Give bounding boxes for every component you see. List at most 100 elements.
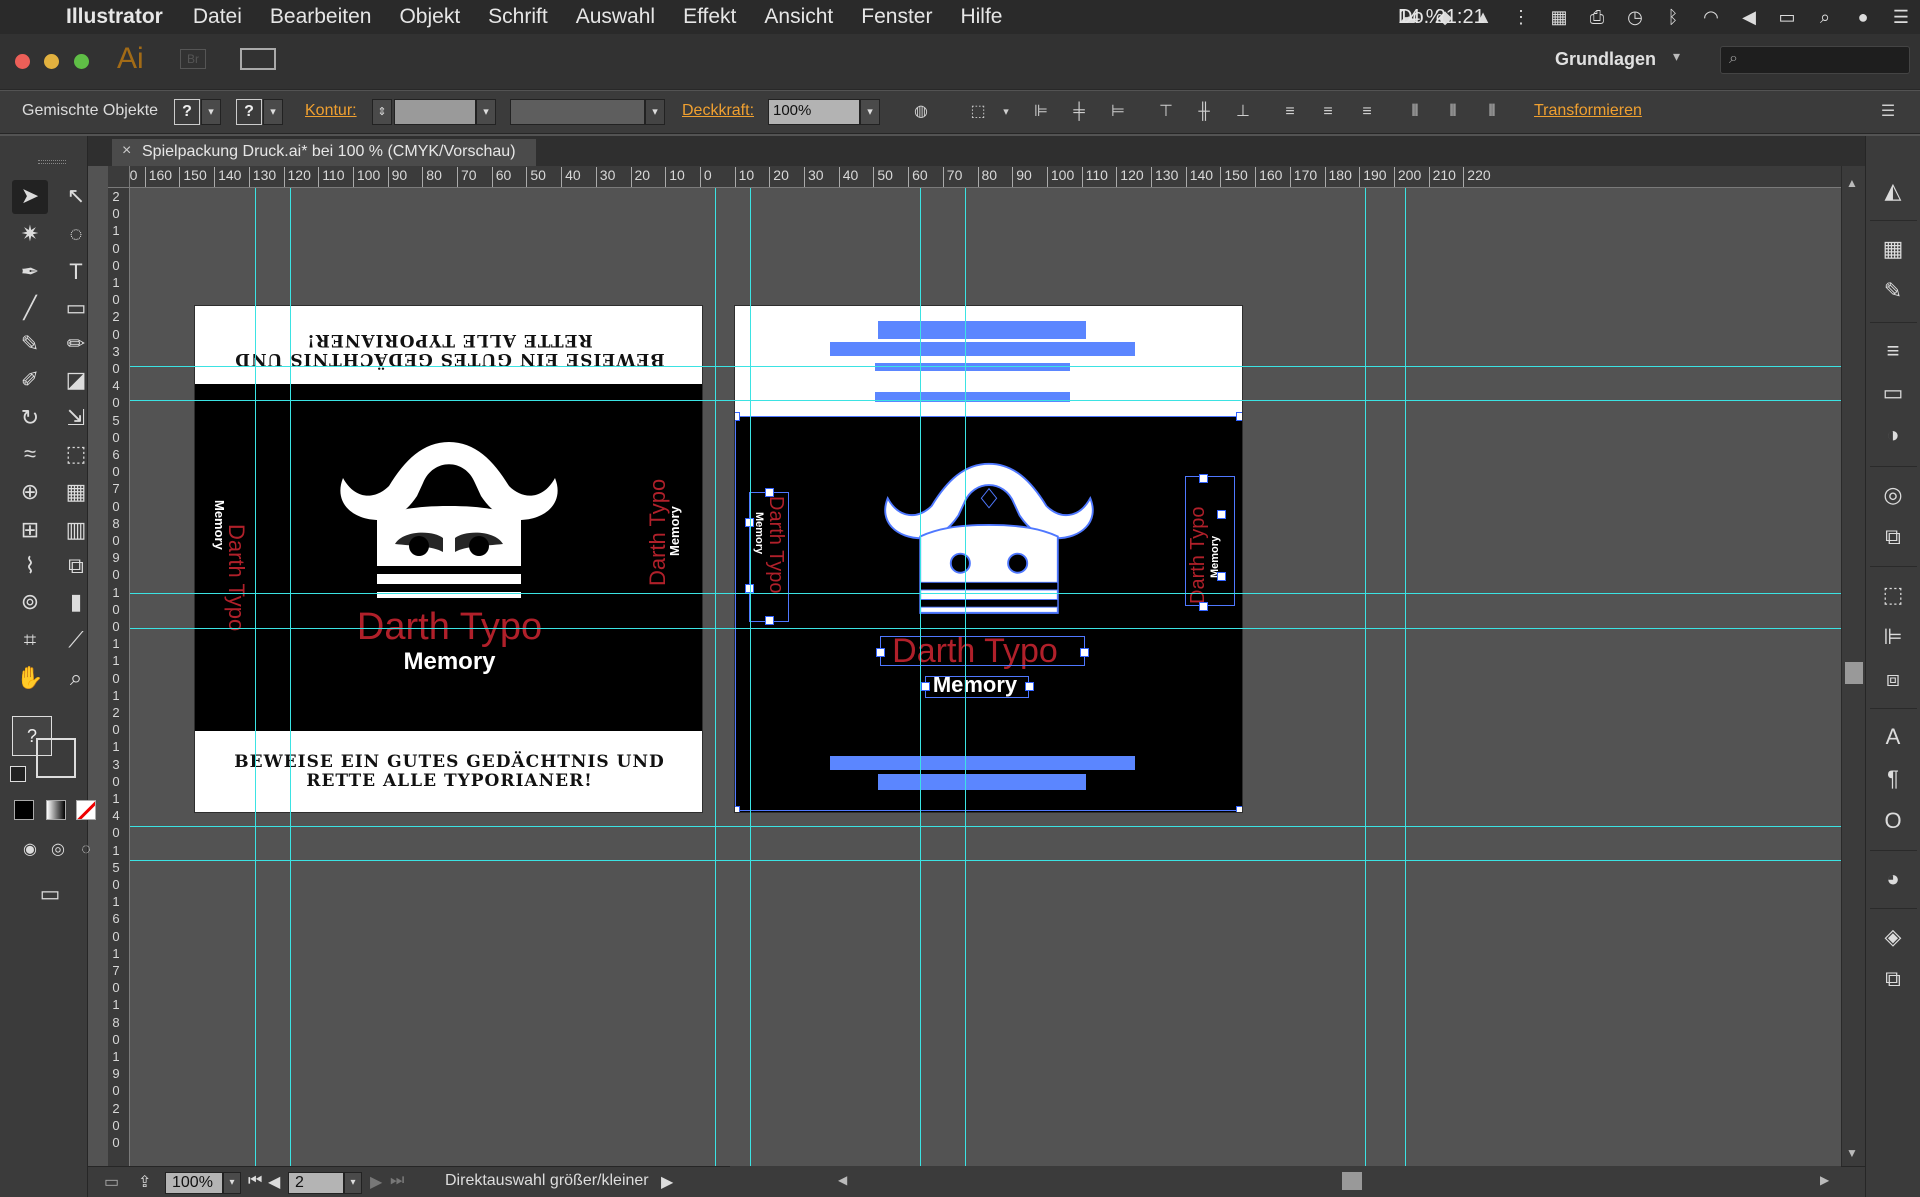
- stroke-weight-stepper[interactable]: ⇕: [372, 99, 392, 125]
- direct-selection-tool-icon[interactable]: ↖: [58, 180, 94, 214]
- distribute-left-icon[interactable]: ⫴: [1403, 101, 1427, 125]
- color-guide-icon[interactable]: ◭: [1878, 176, 1908, 206]
- wifi-icon[interactable]: ◠: [1692, 7, 1730, 28]
- horizontal-scroll-thumb[interactable]: [1342, 1172, 1362, 1190]
- stroke-dropdown[interactable]: ▾: [263, 99, 283, 125]
- deckkraft-link[interactable]: Deckkraft:: [682, 102, 754, 120]
- menu-objekt[interactable]: Objekt: [385, 5, 474, 29]
- pathfinder-icon[interactable]: ⧈: [1878, 664, 1908, 694]
- pencil-tool-icon[interactable]: ✏: [58, 328, 94, 362]
- dots-icon[interactable]: ⋮: [1502, 7, 1540, 28]
- zoom-window-button[interactable]: [74, 54, 89, 69]
- guide-vertical[interactable]: [715, 188, 716, 1166]
- width-tool-icon[interactable]: ≈: [12, 438, 48, 472]
- eyedropper-tool-icon[interactable]: ⌇: [12, 550, 48, 584]
- guide-vertical[interactable]: [1365, 188, 1366, 1166]
- type-tool-icon[interactable]: T: [58, 256, 94, 290]
- gpu-icon[interactable]: ▭: [104, 1172, 119, 1192]
- scroll-up-icon[interactable]: ▲: [1846, 176, 1858, 190]
- opacity-field[interactable]: 100%: [768, 99, 860, 125]
- color-mode-icon[interactable]: [14, 800, 34, 820]
- title-handle-left[interactable]: [876, 648, 885, 657]
- hand-tool-icon[interactable]: ✋: [12, 662, 48, 696]
- panel-handle-tr[interactable]: [1236, 412, 1242, 421]
- symbol-sprayer-tool-icon[interactable]: ⊚: [12, 586, 48, 620]
- horizontal-scrollbar[interactable]: ◀ ▶: [730, 1166, 1841, 1197]
- recolor-artwork-icon[interactable]: ◍: [909, 101, 933, 125]
- close-window-button[interactable]: [15, 54, 30, 69]
- selected-slogan-bottom-2[interactable]: [878, 774, 1086, 790]
- title-handle-right[interactable]: [1080, 648, 1089, 657]
- distribute-bottom-icon[interactable]: ≡: [1355, 101, 1379, 125]
- menu-fenster[interactable]: Fenster: [847, 5, 946, 29]
- stroke-color-swatch[interactable]: [36, 738, 76, 778]
- guide-horizontal[interactable]: [130, 628, 1841, 629]
- canvas[interactable]: BEWEISE EIN GUTES GEDÄCHTNIS UND RETTE A…: [130, 188, 1841, 1166]
- pen-tool-icon[interactable]: ✒: [12, 256, 48, 290]
- panel-handle-br[interactable]: [1236, 806, 1242, 812]
- blend-tool-icon[interactable]: ⧉: [58, 550, 94, 584]
- guide-vertical[interactable]: [750, 188, 751, 1166]
- blob-brush-tool-icon[interactable]: ✐: [12, 364, 48, 398]
- guide-horizontal[interactable]: [130, 366, 1841, 367]
- scroll-right-icon[interactable]: ▶: [1820, 1173, 1829, 1187]
- volume-icon[interactable]: ◀: [1730, 7, 1768, 28]
- fill-dropdown[interactable]: ▾: [201, 99, 221, 125]
- document-tab[interactable]: × Spielpackung Druck.ai* bei 100 % (CMYK…: [112, 139, 536, 166]
- vertical-ruler[interactable]: 2010010203040506070809010011012013014015…: [108, 188, 130, 1166]
- stroke-swatch[interactable]: ?: [236, 99, 262, 125]
- color-palette-icon[interactable]: ◕: [1878, 864, 1908, 894]
- control-bar-menu-icon[interactable]: ☰: [1876, 101, 1900, 125]
- align-to-dropdown[interactable]: ▾: [994, 101, 1018, 125]
- screen-mode-icon[interactable]: ▭: [32, 878, 68, 912]
- menu-app-name[interactable]: Illustrator: [60, 5, 179, 29]
- appearance-icon[interactable]: ◎: [1878, 480, 1908, 510]
- fill-swatch[interactable]: ?: [174, 99, 200, 125]
- zoom-dropdown[interactable]: ▾: [223, 1172, 241, 1194]
- gradient-tool-icon[interactable]: ▥: [58, 514, 94, 548]
- stroke-weight-field[interactable]: [394, 99, 476, 125]
- menu-datei[interactable]: Datei: [179, 5, 256, 29]
- close-tab-icon[interactable]: ×: [122, 142, 131, 160]
- column-graph-tool-icon[interactable]: ▮: [58, 586, 94, 620]
- eraser-tool-icon[interactable]: ◪: [58, 364, 94, 398]
- align-vertical-center-icon[interactable]: ╫: [1192, 101, 1216, 125]
- stroke-icon[interactable]: ≡: [1878, 336, 1908, 366]
- artboard-dropdown[interactable]: ▾: [344, 1172, 362, 1194]
- lasso-tool-icon[interactable]: ◌: [58, 218, 94, 252]
- ruler-origin[interactable]: [108, 166, 130, 188]
- shape-builder-tool-icon[interactable]: ⊕: [12, 476, 48, 510]
- rectangle-tool-icon[interactable]: ▭: [58, 292, 94, 326]
- magic-wand-tool-icon[interactable]: ✷: [12, 218, 48, 252]
- side-right-handle-bottom[interactable]: [1199, 602, 1208, 611]
- rotate-tool-icon[interactable]: ↻: [12, 402, 48, 436]
- side-left-handle-bottom[interactable]: [765, 616, 774, 625]
- menu-auswahl[interactable]: Auswahl: [562, 5, 669, 29]
- selected-slogan-bottom-1[interactable]: [830, 756, 1135, 770]
- activity-monitor-icon[interactable]: ▦: [1540, 7, 1578, 28]
- side-right-handle-mid2[interactable]: [1217, 572, 1226, 581]
- align-top-icon[interactable]: ⊤: [1154, 101, 1178, 125]
- kontur-link[interactable]: Kontur:: [305, 102, 357, 120]
- subtitle-handle-right[interactable]: [1025, 682, 1034, 691]
- swatches-icon[interactable]: ▦: [1878, 234, 1908, 264]
- align-to-selection-icon[interactable]: ⬚: [966, 101, 990, 125]
- distribute-vertical-center-icon[interactable]: ≡: [1316, 101, 1340, 125]
- transform-link[interactable]: Transformieren: [1534, 102, 1642, 120]
- share-icon[interactable]: ⇪: [138, 1172, 151, 1192]
- side-right-handle-top[interactable]: [1199, 474, 1208, 483]
- artboard-tool-icon[interactable]: ⌗: [12, 624, 48, 658]
- perspective-grid-tool-icon[interactable]: ▦: [58, 476, 94, 510]
- artboard-right[interactable]: Darth Typo Memory Darth Typo Memory Dart…: [734, 305, 1243, 813]
- arrange-documents-icon[interactable]: [240, 48, 276, 70]
- notification-center-icon[interactable]: ☰: [1882, 7, 1920, 28]
- chevron-down-icon[interactable]: ▾: [1673, 48, 1680, 65]
- free-transform-tool-icon[interactable]: ⬚: [58, 438, 94, 472]
- prev-artboard-icon[interactable]: ◀: [268, 1172, 280, 1192]
- next-artboard-icon[interactable]: ▶: [370, 1172, 382, 1192]
- selection-tool-icon[interactable]: ➤: [12, 180, 48, 214]
- align-icon[interactable]: ⊫: [1878, 622, 1908, 652]
- variable-width-profile[interactable]: [510, 99, 645, 125]
- vertical-scrollbar[interactable]: ▲ ▼: [1841, 166, 1865, 1166]
- selected-slogan-top-1[interactable]: [878, 321, 1086, 339]
